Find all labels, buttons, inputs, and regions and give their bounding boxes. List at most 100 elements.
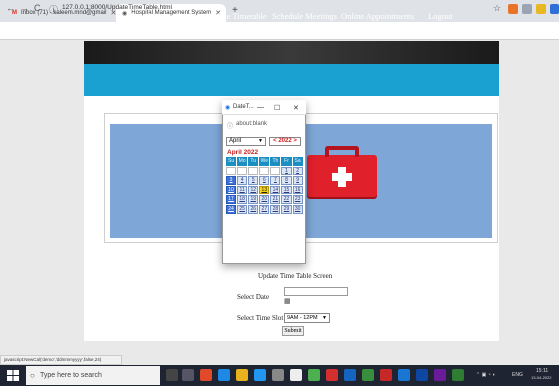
calendar-grid: Su Mo Tu We Th Fr Sa 1 2 3 4 5 6 7 8 9 10 11 12 13 14… [226,157,304,215]
calendar-day[interactable]: 22 [281,195,292,204]
header-banner [84,41,499,64]
calendar-empty-cell [237,166,248,176]
calendar-day[interactable]: 17 [226,195,237,204]
calendar-empty-cell [259,166,270,176]
calendar-day[interactable]: 19 [248,195,259,204]
app-icon[interactable] [272,369,284,381]
time-slot-label: Select Time Slot [237,314,284,322]
calendar-day[interactable]: 25 [237,204,248,214]
site-info-icon[interactable]: ⓘ [49,3,58,16]
app-icon[interactable] [290,369,302,381]
calendar-day[interactable]: 30 [292,204,303,214]
calendar-day[interactable]: 21 [270,195,281,204]
calendar-day[interactable]: 24 [226,204,237,214]
app-icon[interactable] [362,369,374,381]
forward-icon[interactable]: → [20,3,29,13]
month-heading: April 2022 [227,149,259,156]
app-icon[interactable] [326,369,338,381]
calendar-day[interactable]: 14 [270,185,281,195]
calendar-day[interactable]: 15 [281,185,292,195]
calendar-day[interactable]: 20 [259,195,270,204]
extension-icon[interactable] [536,4,546,14]
weekday-header-row: Su Mo Tu We Th Fr Sa [226,157,304,166]
calendar-day[interactable]: 2 [292,166,303,176]
status-bar: javascript:NewCal('demo','ddmmmyyyy',fal… [0,355,122,365]
calendar-day[interactable]: 28 [270,204,281,214]
submit-button[interactable]: Submit [282,326,304,336]
calendar-day[interactable]: 13 [259,185,270,195]
popup-close-icon[interactable]: ✕ [293,104,299,112]
address-bar [0,22,559,40]
edge-icon[interactable] [218,369,230,381]
weekday-header: Th [270,157,281,166]
calendar-day[interactable]: 26 [248,204,259,214]
month-select[interactable]: April ▼ [226,137,266,146]
chevron-down-icon: ▼ [322,315,327,321]
url-field[interactable]: 127.0.0.1:8000/UpdateTimeTable.html [62,4,172,11]
nav-update-timetable[interactable]: Update Timetable [206,11,267,21]
app-icon[interactable] [200,369,212,381]
file-explorer-icon[interactable] [236,369,248,381]
calendar-day[interactable]: 29 [281,204,292,214]
back-icon[interactable]: ← [6,3,15,13]
calendar-day[interactable]: 27 [259,204,270,214]
next-year-button[interactable]: > [293,138,297,144]
store-icon[interactable] [254,369,266,381]
date-field[interactable] [284,287,348,296]
popup-title: DateT... [233,104,254,110]
calendar-day[interactable]: 23 [292,195,303,204]
popup-maximize-icon[interactable]: ☐ [274,104,280,112]
chevron-down-icon: ▼ [258,138,263,144]
extension-icon[interactable] [522,4,532,14]
calendar-day[interactable]: 9 [292,176,303,185]
app-icon[interactable] [380,369,392,381]
microphone-icon[interactable] [166,369,178,381]
popup-minimize-icon[interactable]: — [257,104,264,111]
calendar-day[interactable]: 6 [259,176,270,185]
bookmark-star-icon[interactable]: ☆ [493,3,501,14]
tray-icons[interactable]: ⌃ ▣ ◔ ◖ [476,372,495,378]
profile-avatar[interactable] [550,4,559,14]
nav-view-patients-reports[interactable]: View Patients Reports [127,11,203,21]
calendar-day[interactable]: 3 [226,176,237,185]
calendar-week-row: 17 18 19 20 21 22 23 [226,195,304,204]
taskbar-search-input[interactable]: ○ Type here to search [26,366,160,385]
task-view-icon[interactable] [182,369,194,381]
calendar-day[interactable]: 10 [226,185,237,195]
first-aid-kit-icon [307,146,377,197]
prev-year-button[interactable]: < [273,138,277,144]
nav-logout[interactable]: Logout [428,11,453,21]
nav-schedule-meetings[interactable]: Schedule Meetings [272,11,337,21]
calendar-day[interactable]: 16 [292,185,303,195]
form-heading: Update Time Table Screen [258,272,333,280]
calendar-week-row: 24 25 26 27 28 29 30 [226,204,304,214]
app-icon[interactable] [434,369,446,381]
search-icon: ○ [30,371,35,380]
nav-online-appointments[interactable]: Online Appointments [341,11,414,21]
calendar-day[interactable]: 11 [237,185,248,195]
reload-icon[interactable]: C [34,3,41,13]
calendar-icon[interactable]: ▦ [284,297,291,305]
calendar-day[interactable]: 5 [248,176,259,185]
calendar-day[interactable]: 4 [237,176,248,185]
app-icon[interactable] [416,369,428,381]
extension-icon[interactable] [508,4,518,14]
clock-time[interactable]: 15:11 [536,368,548,374]
clock-date[interactable]: 13-04-2022 [531,375,551,380]
calendar-day[interactable]: 1 [281,166,292,176]
calendar-day[interactable]: 18 [237,195,248,204]
calendar-day[interactable]: 7 [270,176,281,185]
time-slot-select[interactable]: 9AM - 12PM ▼ [284,313,330,323]
chrome-icon: ◉ [225,105,231,111]
calendar-empty-cell [270,166,281,176]
app-icon[interactable] [344,369,356,381]
calendar-day[interactable]: 8 [281,176,292,185]
app-icon[interactable] [452,369,464,381]
windows-start-icon[interactable] [7,370,19,381]
app-icon[interactable] [398,369,410,381]
weekday-header: Fr [281,157,292,166]
chrome-icon[interactable] [308,369,320,381]
calendar-day[interactable]: 12 [248,185,259,195]
weekday-header: Mo [237,157,248,166]
language-indicator[interactable]: ENG [512,372,523,378]
